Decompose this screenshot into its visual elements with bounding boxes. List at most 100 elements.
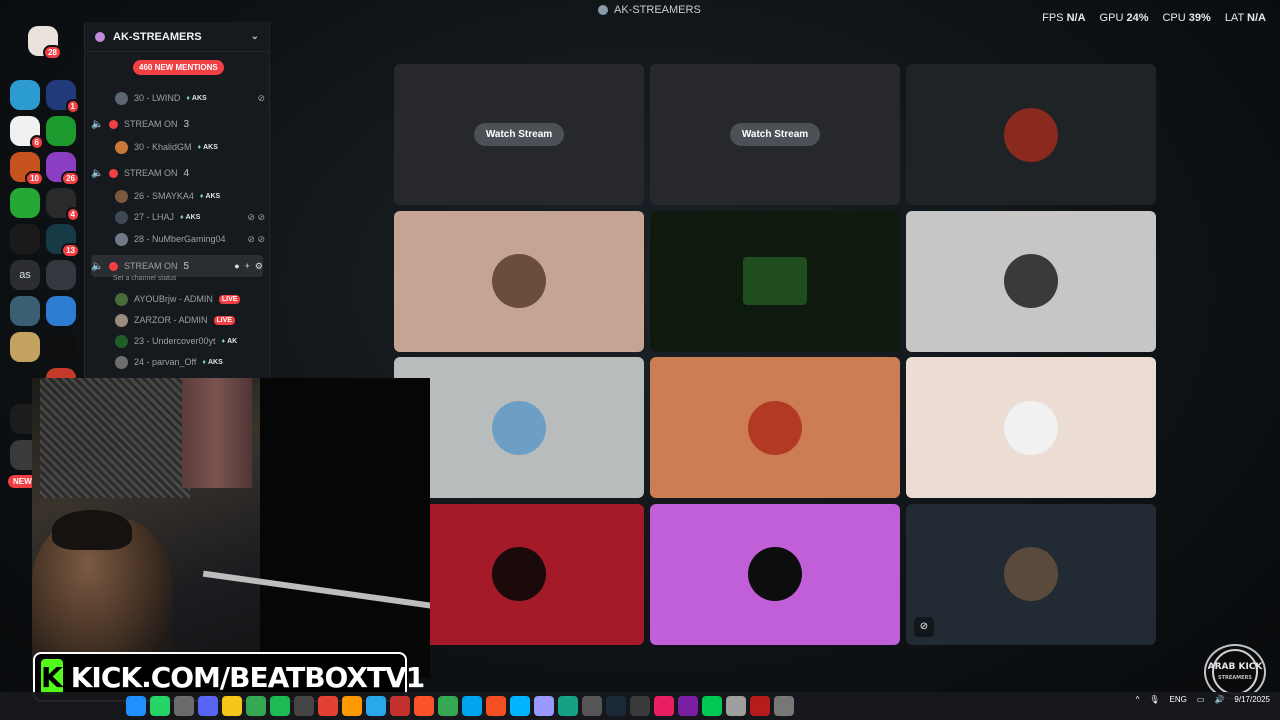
- server-icon[interactable]: [10, 188, 40, 218]
- taskbar-app-icon[interactable]: [294, 696, 314, 716]
- taskbar-app-icon[interactable]: [366, 696, 386, 716]
- taskbar-app-icon[interactable]: [534, 696, 554, 716]
- server-icon[interactable]: [10, 80, 40, 110]
- server-icon[interactable]: [46, 296, 76, 326]
- taskbar-app-icon[interactable]: [702, 696, 722, 716]
- invite-icon[interactable]: +: [245, 261, 250, 272]
- taskbar-app-icon[interactable]: [750, 696, 770, 716]
- guild-header[interactable]: AK-STREAMERS ⌄: [85, 22, 269, 52]
- voice-channel-number: 5: [183, 260, 190, 272]
- server-icon[interactable]: 1: [46, 80, 80, 114]
- channel-status[interactable]: Set a channel status: [113, 275, 176, 282]
- taskbar-app-icon[interactable]: [174, 696, 194, 716]
- taskbar-app-icon[interactable]: [150, 696, 170, 716]
- stream-tile[interactable]: [394, 503, 644, 645]
- taskbar-app-icon[interactable]: [630, 696, 650, 716]
- server-icon[interactable]: [10, 296, 40, 326]
- voice-member[interactable]: 23 - Undercover00yt AK: [115, 333, 265, 349]
- voice-member[interactable]: 26 - SMAYKA4 AKS: [115, 188, 265, 204]
- taskbar-app-icon[interactable]: [318, 696, 338, 716]
- taskbar-app-icon[interactable]: [774, 696, 794, 716]
- stream-tile[interactable]: ⊘: [906, 503, 1156, 645]
- stream-tile[interactable]: [906, 210, 1156, 352]
- taskbar-app-icon[interactable]: [342, 696, 362, 716]
- chat-icon[interactable]: ●: [234, 261, 239, 272]
- stream-tile[interactable]: [394, 357, 644, 498]
- server-icon[interactable]: 4: [46, 188, 80, 222]
- server-icon[interactable]: as: [10, 260, 40, 290]
- taskbar-app-icon[interactable]: [558, 696, 578, 716]
- network-icon[interactable]: ▭: [1197, 695, 1205, 704]
- taskbar-app-icon[interactable]: [246, 696, 266, 716]
- taskbar-app-icon[interactable]: [726, 696, 746, 716]
- server-icon[interactable]: 13: [46, 224, 80, 258]
- stream-tile[interactable]: [650, 357, 900, 498]
- server-icon[interactable]: 28: [28, 26, 62, 60]
- taskbar-app-icon[interactable]: [414, 696, 434, 716]
- stream-tile[interactable]: [650, 503, 900, 645]
- taskbar-app-icon[interactable]: [606, 696, 626, 716]
- chevron-up-icon[interactable]: ^: [1136, 695, 1140, 704]
- stream-tile[interactable]: [906, 64, 1156, 205]
- guild-name: AK-STREAMERS: [113, 30, 202, 43]
- chevron-down-icon[interactable]: ⌄: [251, 31, 259, 42]
- taskbar-app-icon[interactable]: [582, 696, 602, 716]
- voice-member[interactable]: ZARZOR - ADMIN LIVE: [115, 312, 265, 328]
- voice-channel-stream-on-4[interactable]: 🔈 STREAM ON 4: [91, 163, 263, 183]
- deafened-icon: ⊘ ⊘: [247, 211, 265, 222]
- voice-member[interactable]: 27 - LHAJ AKS ⊘ ⊘: [115, 209, 265, 225]
- watch-stream-button[interactable]: Watch Stream: [729, 123, 821, 146]
- taskbar-app-icon[interactable]: [654, 696, 674, 716]
- stream-tile[interactable]: [906, 357, 1156, 498]
- volume-icon[interactable]: 🔊: [1214, 695, 1224, 704]
- stream-tile[interactable]: Watch Stream: [650, 64, 900, 205]
- server-icon[interactable]: 10: [10, 152, 44, 186]
- voice-member[interactable]: 30 - KhalidGM AKS: [115, 139, 265, 155]
- member-name: ZARZOR - ADMIN: [134, 315, 208, 325]
- taskbar-app-icon[interactable]: [438, 696, 458, 716]
- member-name: 28 - NuMberGaming04: [134, 234, 226, 244]
- stat-label: GPU: [1099, 12, 1124, 24]
- server-icon[interactable]: [46, 332, 76, 362]
- taskbar-app-icon[interactable]: [270, 696, 290, 716]
- taskbar-app-icon[interactable]: [390, 696, 410, 716]
- clock[interactable]: 9/17/2025: [1234, 694, 1270, 705]
- server-icon[interactable]: [10, 332, 40, 362]
- live-badge: LIVE: [218, 294, 241, 304]
- webcam-background: [40, 378, 190, 498]
- server-icon[interactable]: [46, 116, 76, 146]
- language-indicator[interactable]: ENG: [1170, 695, 1187, 704]
- taskbar-app-icon[interactable]: [126, 696, 146, 716]
- taskbar-app-icon[interactable]: [462, 696, 482, 716]
- voice-channel-tools: ● + ⚙: [234, 261, 263, 272]
- stream-tile[interactable]: [394, 210, 644, 352]
- voice-channel-label: STREAM ON: [124, 168, 178, 178]
- watch-stream-button[interactable]: Watch Stream: [473, 123, 565, 146]
- voice-channel-stream-on-5[interactable]: 🔈 STREAM ON 5 ● + ⚙: [91, 255, 263, 277]
- record-icon: [109, 261, 118, 271]
- voice-member[interactable]: 24 - parvan_Off AKS: [115, 354, 265, 370]
- voice-member[interactable]: 30 - LWIND AKS ⊘: [115, 90, 265, 106]
- new-mentions-badge[interactable]: 460 NEW MENTIONS: [133, 60, 224, 75]
- voice-member[interactable]: 28 - NuMberGaming04 ⊘ ⊘: [115, 231, 265, 247]
- server-icon[interactable]: [10, 224, 40, 254]
- voice-channel-stream-on-3[interactable]: 🔈 STREAM ON 3: [91, 114, 263, 134]
- taskbar-app-icon[interactable]: [198, 696, 218, 716]
- taskbar-app-icon[interactable]: [678, 696, 698, 716]
- server-icon[interactable]: [46, 260, 76, 290]
- stream-tile[interactable]: Watch Stream: [394, 64, 644, 205]
- gear-icon[interactable]: ⚙: [255, 261, 263, 272]
- taskbar-app-icon[interactable]: [510, 696, 530, 716]
- taskbar-app-icon[interactable]: [486, 696, 506, 716]
- stream-grid: Watch Stream Watch Stream ⊘: [394, 64, 1158, 645]
- mic-icon[interactable]: 🎙: [1149, 695, 1159, 704]
- voice-member[interactable]: AYOUBrjw - ADMIN LIVE: [115, 291, 265, 307]
- stream-tile[interactable]: [650, 210, 900, 352]
- member-tag: AKS: [180, 214, 201, 221]
- performance-stats: FPS N/A GPU 24% CPU 39% LAT N/A: [1042, 12, 1266, 24]
- taskbar-app-icon[interactable]: [222, 696, 242, 716]
- server-icon[interactable]: 26: [46, 152, 80, 186]
- voice-channel-number: 4: [183, 167, 190, 179]
- participant-avatar: [1004, 400, 1058, 455]
- server-icon[interactable]: 6: [10, 116, 44, 150]
